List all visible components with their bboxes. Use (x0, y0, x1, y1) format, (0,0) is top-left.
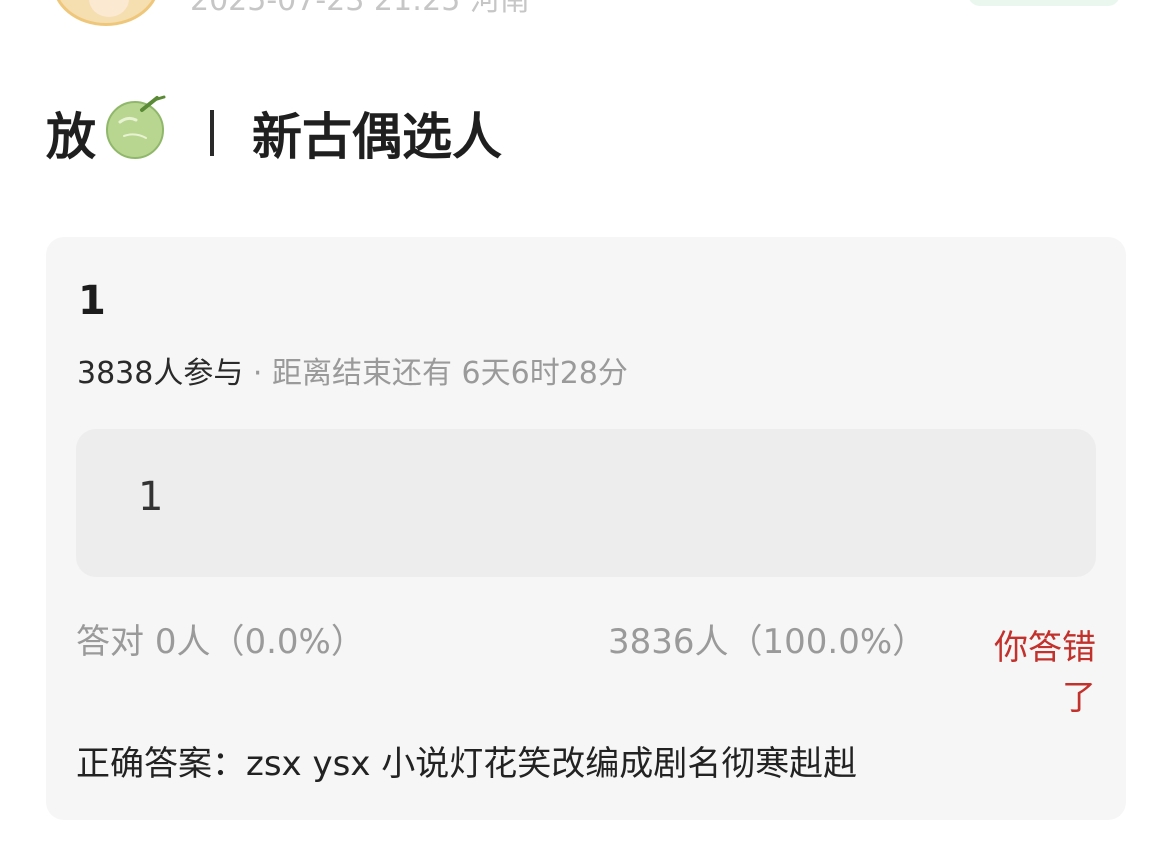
answer-option-label: 1 (138, 474, 164, 520)
result-label: 你答错了 (994, 628, 1096, 718)
title-separator (210, 110, 214, 156)
countdown-text: · 距离结束还有 6天6时28分 (252, 356, 628, 391)
wrong-count: 3836人（100.0%） (608, 622, 927, 662)
title-prefix: 放 (46, 108, 96, 166)
post-meta: 2025-07-23 21:25 河南 (190, 0, 530, 16)
post-title: 放 新古偶选人 (46, 95, 502, 168)
correct-label: 答对 (76, 622, 144, 662)
title-text: 新古偶选人 (252, 108, 502, 166)
correct-count: 0人（0.0%） (154, 622, 365, 662)
post-timestamp: 2025-07-23 21:25 (190, 0, 461, 18)
user-avatar[interactable] (52, 0, 160, 26)
avatar-face (89, 0, 129, 17)
quiz-question: 1 (78, 278, 106, 324)
answer-option[interactable]: 1 (76, 429, 1096, 577)
post-location: 河南 (469, 0, 530, 18)
follow-button[interactable] (968, 0, 1120, 6)
participant-count: 3838人参与 (77, 356, 244, 391)
correct-answer: 正确答案：zsx ysx 小说灯花笑改编成剧名彻寒赳赳 (76, 744, 858, 784)
quiz-stats: 3838人参与 · 距离结束还有 6天6时28分 (77, 359, 628, 389)
quiz-card: 1 3838人参与 · 距离结束还有 6天6时28分 1 答对 0人（0.0%）… (46, 237, 1126, 820)
correct-stat: 答对 0人（0.0%） (76, 625, 365, 659)
melon-icon (102, 92, 172, 174)
